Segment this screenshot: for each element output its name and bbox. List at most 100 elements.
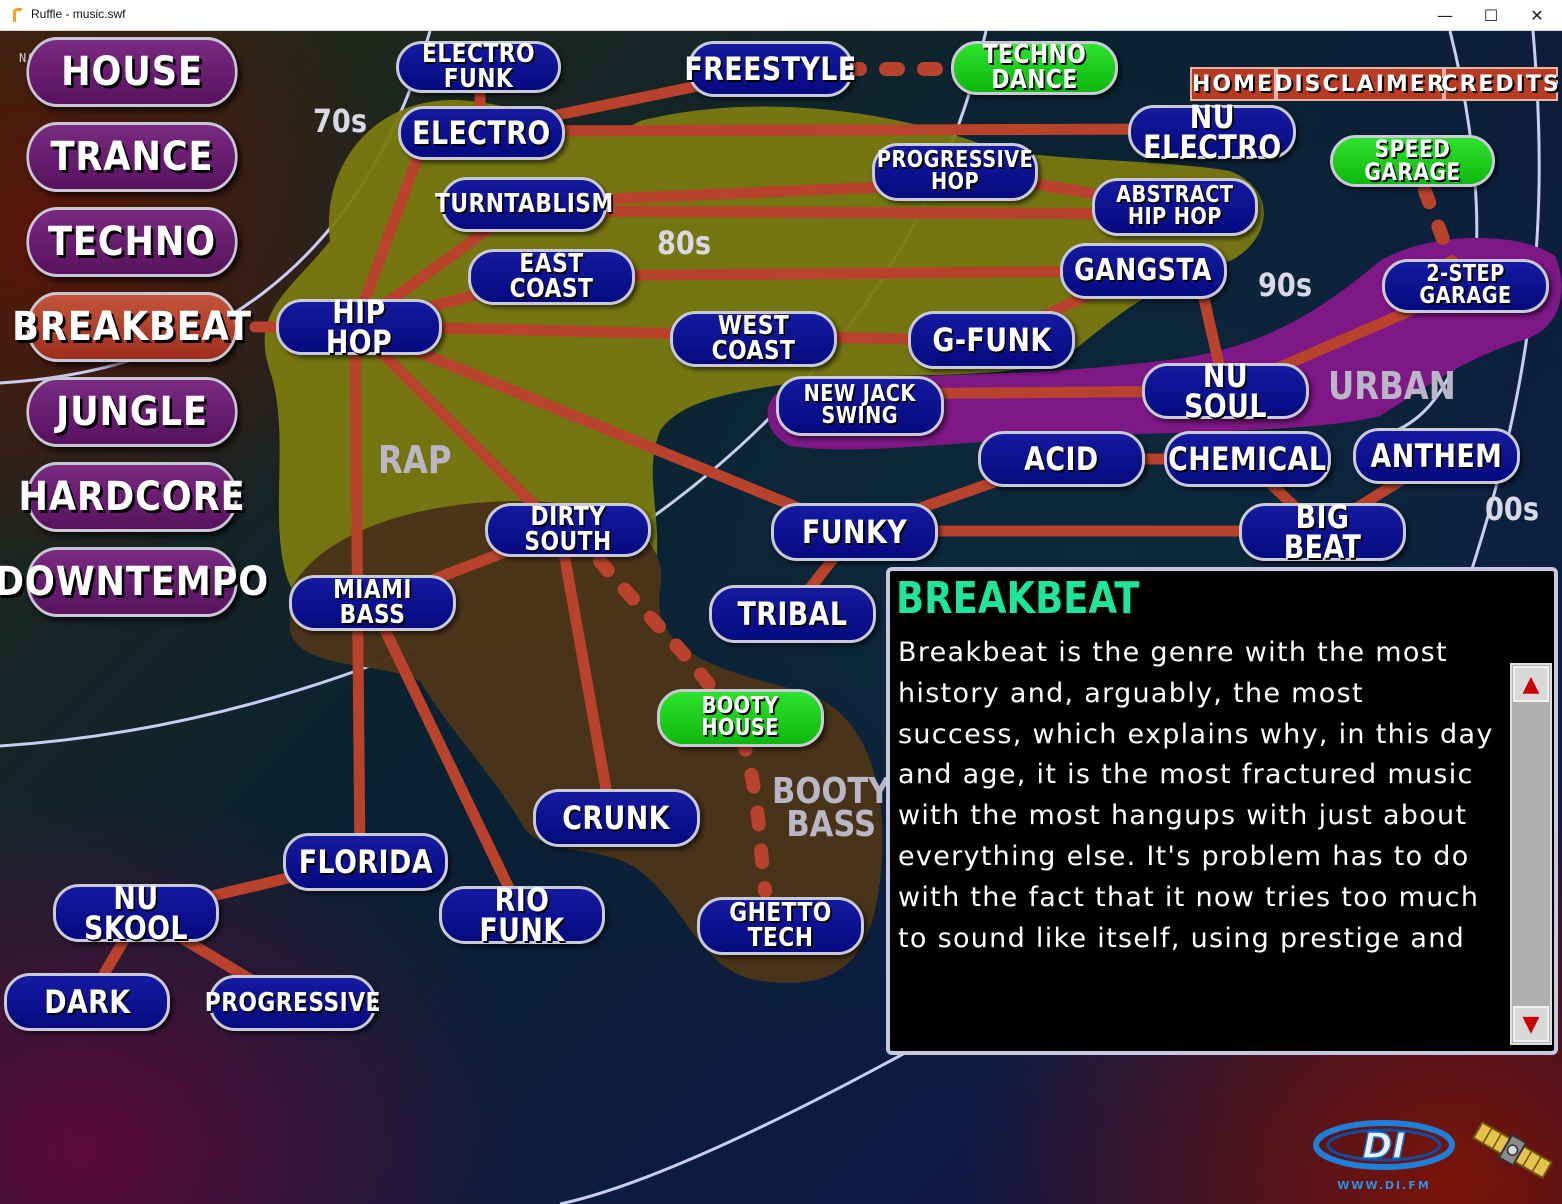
node-label: G-FUNK bbox=[931, 320, 1052, 359]
node-dark[interactable]: DARK bbox=[4, 973, 170, 1031]
node-progressive[interactable]: PROGRESSIVE bbox=[204, 975, 380, 1031]
difm-logo-text: DI bbox=[1362, 1126, 1405, 1167]
node-label: CHEMICAL bbox=[1168, 439, 1327, 478]
node-label: PROGRESSIVE HOP bbox=[876, 147, 1034, 195]
node-label: ANTHEM bbox=[1370, 436, 1503, 475]
node-label: FUNKY bbox=[801, 512, 908, 551]
node-label: TURNTABLISM bbox=[434, 189, 614, 220]
node-funky[interactable]: FUNKY bbox=[771, 503, 938, 561]
ruffle-app-icon bbox=[13, 8, 22, 22]
genre-button-jungle[interactable]: JUNGLE bbox=[26, 377, 238, 447]
node-rio-funk[interactable]: RIO FUNK bbox=[439, 880, 605, 949]
region-label-rap: RAP bbox=[378, 438, 452, 482]
node-label: NU SKOOL bbox=[84, 878, 188, 947]
window-title: Ruffle - music.swf bbox=[31, 7, 126, 21]
genre-button-hardcore[interactable]: HARDCORE bbox=[19, 462, 245, 532]
node-label: BIG BEAT bbox=[1283, 497, 1362, 566]
scroll-up-icon[interactable]: ▲ bbox=[1513, 666, 1549, 702]
info-scrollbar[interactable]: ▲ ▼ bbox=[1510, 663, 1552, 1045]
node-label: NEW JACK SWING bbox=[803, 381, 917, 429]
node-label: SPEED GARAGE bbox=[1364, 135, 1461, 186]
node-techno-dance[interactable]: TECHNO DANCE bbox=[951, 41, 1118, 95]
node-label: MIAMI BASS bbox=[333, 575, 412, 630]
difm-logo[interactable]: DI WWW.DI.FM bbox=[1312, 1111, 1458, 1195]
node-abstract-hip-hop[interactable]: ABSTRACT HIP HOP bbox=[1092, 178, 1258, 236]
node-label: GANGSTA bbox=[1074, 252, 1213, 288]
difm-url-text: WWW.DI.FM bbox=[1337, 1179, 1431, 1192]
node-ghetto-tech[interactable]: GHETTO TECH bbox=[697, 897, 864, 955]
node-gangsta[interactable]: GANGSTA bbox=[1060, 243, 1227, 299]
node-nu-soul[interactable]: NU SOUL bbox=[1142, 356, 1309, 425]
node-west-coast[interactable]: WEST COAST bbox=[670, 311, 837, 367]
node-label: ELECTRO bbox=[412, 113, 551, 152]
node-crunk[interactable]: CRUNK bbox=[533, 789, 700, 847]
node-label: NU SOUL bbox=[1184, 356, 1267, 425]
genre-button-techno[interactable]: TECHNO bbox=[26, 207, 238, 277]
region-label-booty-bass: BOOTY BASS bbox=[772, 771, 891, 845]
node-acid[interactable]: ACID bbox=[978, 431, 1145, 487]
node-label: EAST COAST bbox=[509, 249, 594, 304]
node-hip-hop[interactable]: HIP HOP bbox=[276, 292, 442, 361]
node-electro-funk[interactable]: ELECTRO FUNK bbox=[396, 41, 561, 93]
home-button[interactable]: HOME bbox=[1190, 67, 1276, 101]
node-big-beat[interactable]: BIG BEAT bbox=[1239, 497, 1406, 566]
node-chemical[interactable]: CHEMICAL bbox=[1164, 431, 1331, 487]
node-florida[interactable]: FLORIDA bbox=[283, 833, 448, 891]
node-label: DARK bbox=[43, 982, 131, 1021]
genre-button-breakbeat[interactable]: BREAKBEAT bbox=[12, 292, 251, 362]
node-anthem[interactable]: ANTHEM bbox=[1353, 428, 1520, 484]
node-label: TRIBAL bbox=[737, 594, 848, 633]
node-nu-electro[interactable]: NU ELECTRO bbox=[1128, 101, 1296, 163]
era-label-90s: 90s bbox=[1258, 266, 1313, 304]
node-new-jack-swing[interactable]: NEW JACK SWING bbox=[776, 376, 944, 436]
genre-info-panel: BREAKBEAT Breakbeat is the genre with th… bbox=[886, 567, 1558, 1055]
node-label: PROGRESSIVE bbox=[204, 987, 381, 1018]
credits-button[interactable]: CREDITS bbox=[1441, 67, 1559, 101]
genre-button-house[interactable]: HOUSE bbox=[26, 37, 238, 107]
node-tribal[interactable]: TRIBAL bbox=[709, 585, 876, 643]
node-electro[interactable]: ELECTRO bbox=[398, 106, 565, 160]
node-label: CRUNK bbox=[562, 798, 671, 837]
window-titlebar: Ruffle - music.swf — ☐ ✕ bbox=[0, 0, 1562, 31]
node-speed-garage[interactable]: SPEED GARAGE bbox=[1330, 135, 1495, 187]
region-label-urban: URBAN bbox=[1328, 364, 1456, 408]
disclaimer-button[interactable]: DISCLAIMER bbox=[1274, 67, 1444, 101]
node-turntablism[interactable]: TURNTABLISM bbox=[435, 177, 613, 232]
node-label: 2-STEP GARAGE bbox=[1419, 261, 1512, 309]
node-nu-skool[interactable]: NU SKOOL bbox=[53, 878, 219, 947]
genre-button-trance[interactable]: TRANCE bbox=[26, 122, 238, 192]
minimize-button[interactable]: — bbox=[1422, 0, 1468, 31]
node-label: WEST COAST bbox=[711, 311, 796, 366]
node-booty-house[interactable]: BOOTY HOUSE bbox=[657, 689, 824, 747]
node-label: FREESTYLE bbox=[684, 49, 857, 88]
node-label: FLORIDA bbox=[298, 842, 433, 881]
node-label: ELECTRO FUNK bbox=[421, 39, 536, 94]
node-east-coast[interactable]: EAST COAST bbox=[468, 249, 635, 305]
node-dirty-south[interactable]: DIRTY SOUTH bbox=[485, 503, 651, 557]
node-label: NU ELECTRO bbox=[1142, 97, 1282, 166]
info-body-text: Breakbeat is the genre with the most his… bbox=[898, 637, 1494, 954]
music-map-stage: NO DC HOUSE TRANCE TECHNO BREAKBEAT JUNG… bbox=[0, 31, 1562, 1204]
node-g-funk[interactable]: G-FUNK bbox=[908, 311, 1075, 369]
node-miami-bass[interactable]: MIAMI BASS bbox=[289, 575, 456, 631]
node-label: ACID bbox=[1024, 439, 1099, 478]
era-label-70s: 70s bbox=[313, 102, 368, 140]
satellite-icon[interactable] bbox=[1466, 1111, 1558, 1191]
node-label: RIO FUNK bbox=[479, 880, 565, 949]
close-button[interactable]: ✕ bbox=[1514, 0, 1560, 31]
scroll-down-icon[interactable]: ▼ bbox=[1513, 1006, 1549, 1042]
genre-button-downtempo[interactable]: DOWNTEMPO bbox=[0, 547, 268, 617]
node-progressive-hop[interactable]: PROGRESSIVE HOP bbox=[872, 143, 1038, 201]
node-label: TECHNO DANCE bbox=[982, 40, 1087, 95]
node-label: DIRTY SOUTH bbox=[524, 502, 612, 557]
era-label-00s: 00s bbox=[1485, 490, 1540, 528]
node-label: GHETTO TECH bbox=[729, 898, 832, 953]
node-label: ABSTRACT HIP HOP bbox=[1116, 182, 1234, 230]
node-label: BOOTY HOUSE bbox=[701, 693, 780, 741]
node-freestyle[interactable]: FREESTYLE bbox=[684, 41, 856, 97]
node-label: HIP HOP bbox=[325, 292, 393, 361]
node-2-step-garage[interactable]: 2-STEP GARAGE bbox=[1382, 259, 1549, 313]
era-label-80s: 80s bbox=[657, 224, 712, 262]
info-title: BREAKBEAT bbox=[896, 573, 1140, 624]
maximize-button[interactable]: ☐ bbox=[1468, 0, 1514, 31]
